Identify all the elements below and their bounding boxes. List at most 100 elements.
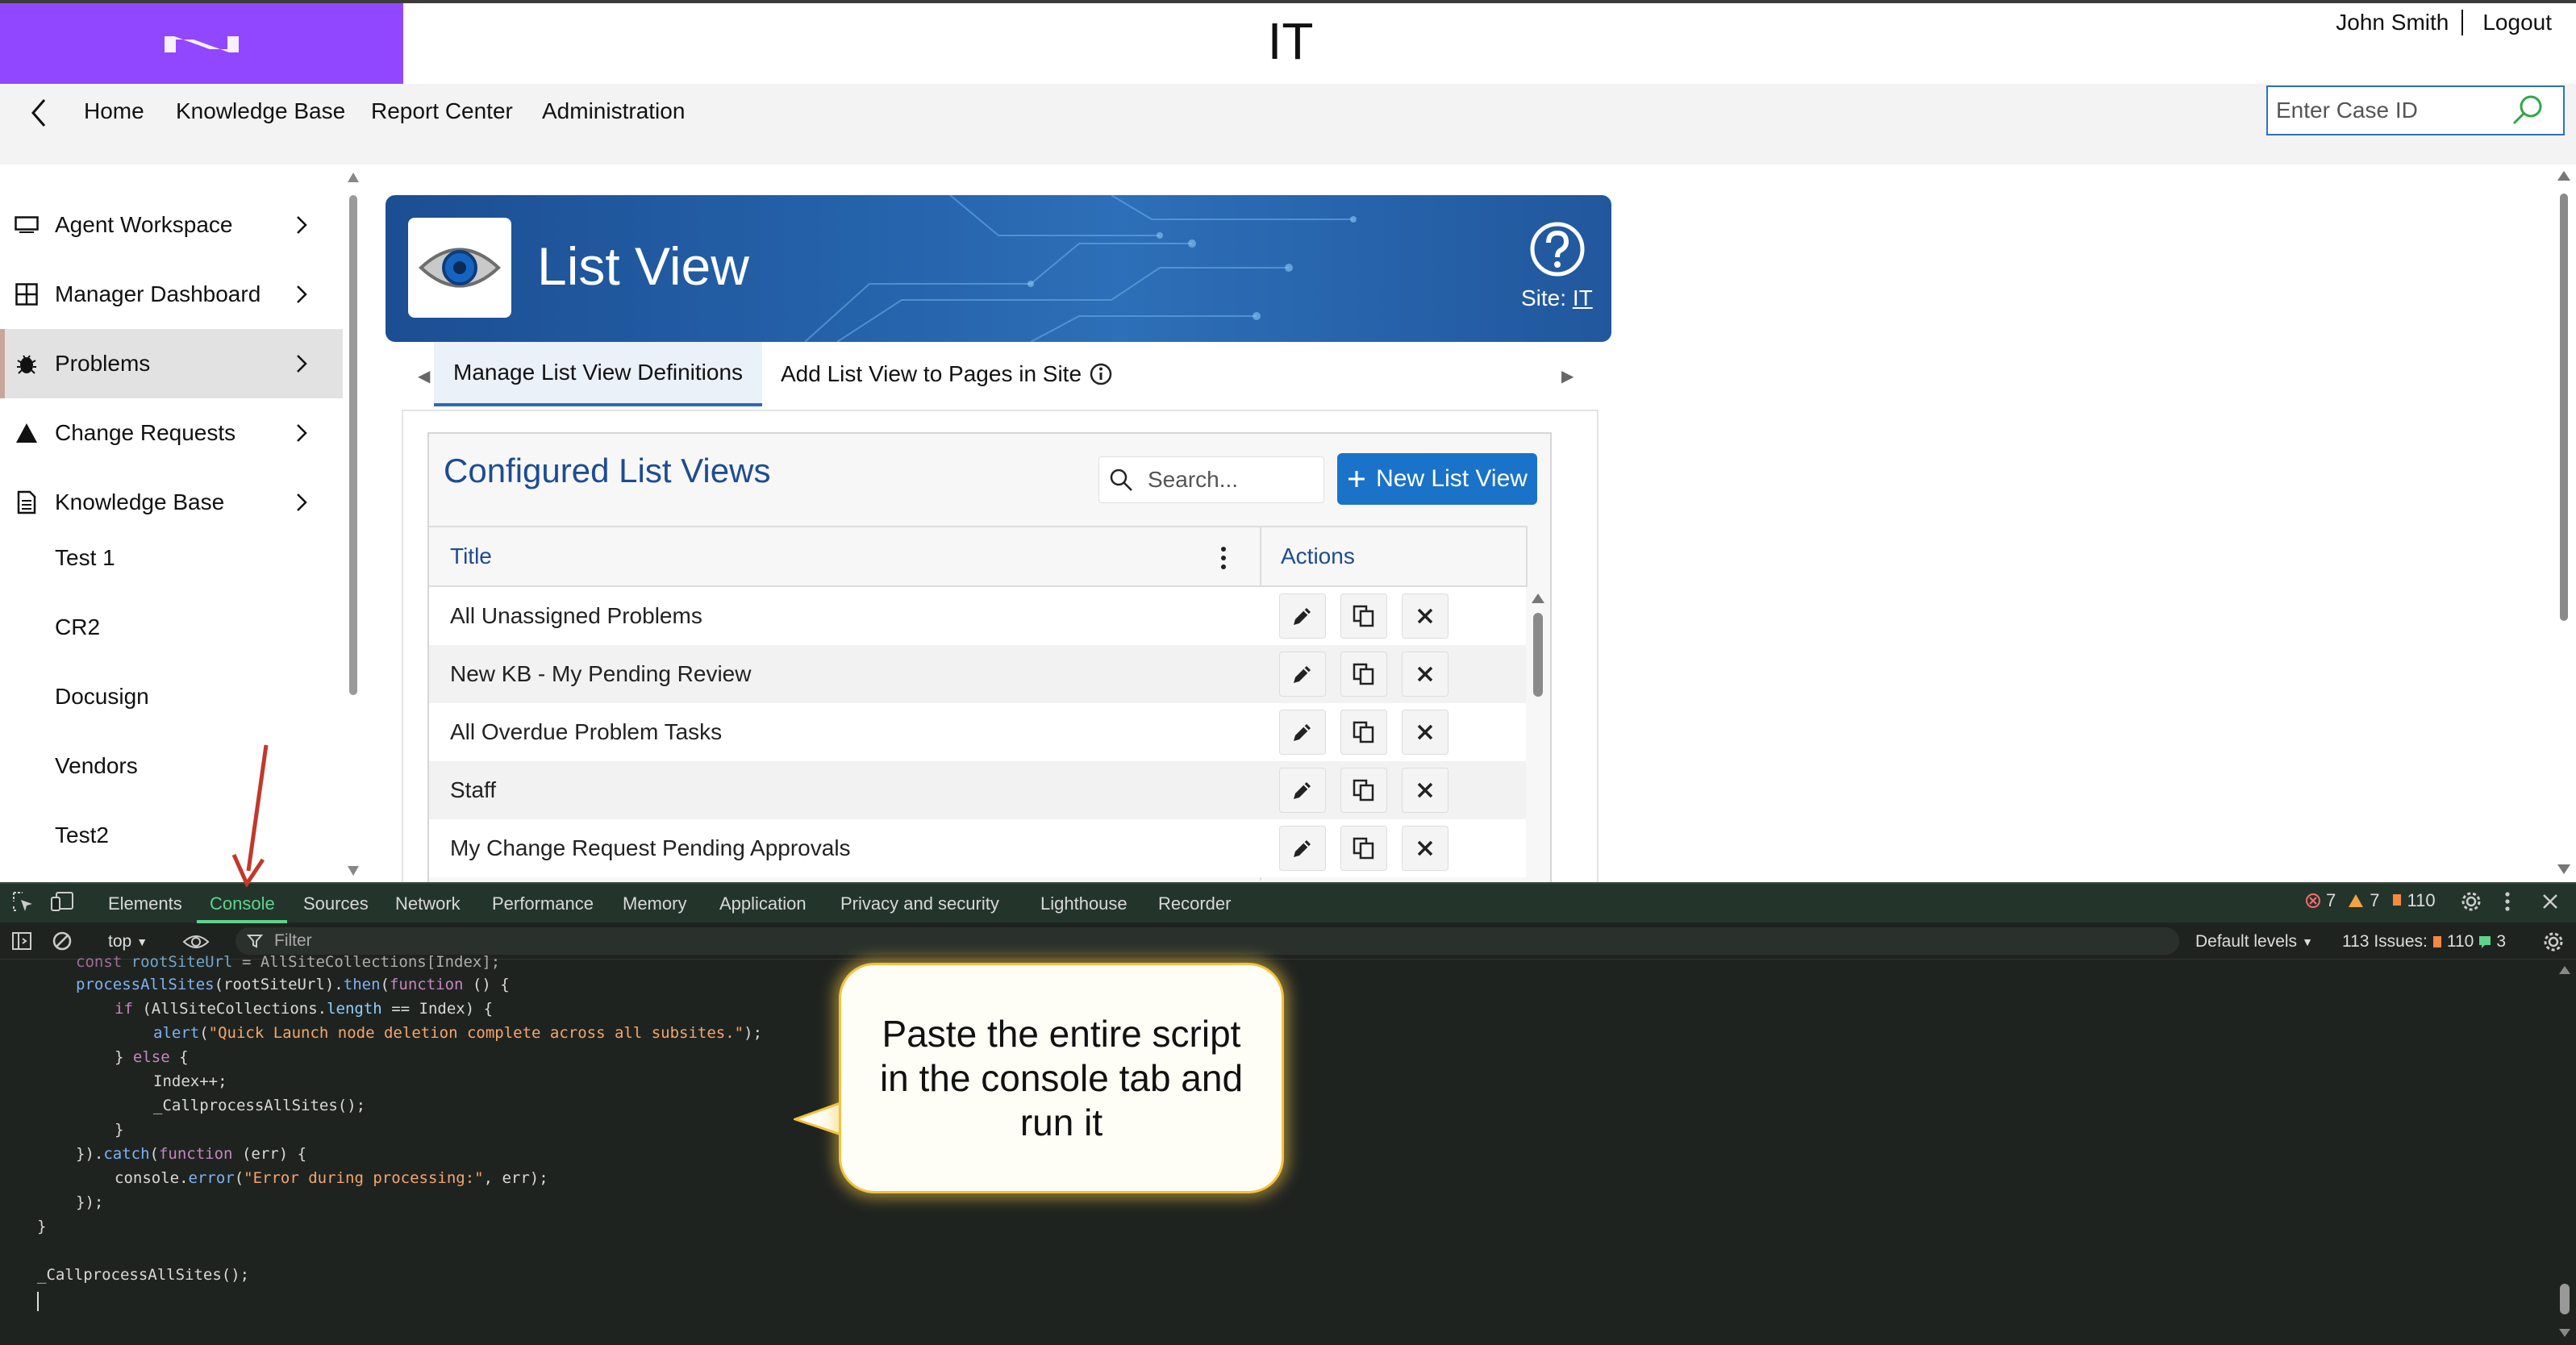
table-row[interactable]: All Overdue Problem Tasks [429,703,1526,761]
console-caret[interactable] [37,1292,39,1311]
console-filter[interactable]: Filter [236,927,2179,955]
tab-label: Add List View to Pages in Site [781,361,1082,386]
context-selector[interactable]: top ▼ [108,932,148,951]
copy-button[interactable] [1340,768,1387,813]
code-line: alert("Quick Launch node deletion comple… [153,1024,763,1042]
tab-bar: ◀ Manage List View Definitions Add List … [403,342,1597,410]
table-scrollbar[interactable] [1529,589,1547,881]
code-line: } [37,1218,47,1235]
sidebar-scrollbar[interactable] [345,169,361,879]
back-button[interactable] [23,95,55,131]
delete-button[interactable] [1402,710,1448,755]
table-row[interactable]: My Change Request Pending Approvals [429,819,1526,877]
tab-scroll-right-icon[interactable]: ▶ [1561,366,1574,386]
sidebar-item-label: Manager Dashboard [55,281,261,306]
sidebar-item-change-requests[interactable]: Change Requests [0,398,343,468]
user-name[interactable]: John Smith [2336,10,2449,35]
sidebar-link-vendors[interactable]: Vendors [55,753,138,779]
new-list-view-button[interactable]: New List View [1337,453,1537,505]
sidebar-link-cr2[interactable]: CR2 [55,614,100,640]
tab-manage-definitions[interactable]: Manage List View Definitions [434,342,763,406]
help-icon[interactable] [1529,221,1586,277]
edit-button[interactable] [1279,768,1326,813]
edit-button[interactable] [1279,593,1326,639]
user-area: John Smith Logout [2336,10,2552,35]
devtools-counters[interactable]: 7 7 110 [2305,890,2436,911]
gear-icon[interactable] [2460,890,2482,913]
clear-console-icon[interactable] [52,931,73,951]
inspect-element-icon[interactable] [11,890,34,913]
console-settings-icon[interactable] [2542,931,2565,953]
sidebar: Agent Workspace Manager Dashboard Proble… [0,164,343,882]
devtools-tab-application[interactable]: Application [719,893,807,914]
column-title[interactable]: Title [450,543,492,569]
list-search-input[interactable] [1135,467,1312,493]
issues-label: 113 Issues: [2342,932,2428,951]
sidebar-toggle-icon[interactable] [11,931,32,951]
info-icon[interactable] [1090,363,1112,385]
close-devtools-icon[interactable] [2541,892,2560,911]
delete-button[interactable] [1402,593,1448,639]
nav-home[interactable]: Home [84,98,144,124]
column-actions: Actions [1281,543,1355,568]
copy-button[interactable] [1340,826,1387,871]
edit-button[interactable] [1279,710,1326,755]
delete-button[interactable] [1402,826,1448,871]
copy-icon [1353,663,1374,685]
devtools-tab-sources[interactable]: Sources [303,893,369,914]
devtools-tab-network[interactable]: Network [395,893,461,914]
delete-button[interactable] [1402,768,1448,813]
table-row[interactable]: Staff [429,761,1526,819]
sidebar-item-knowledge-base[interactable]: Knowledge Base [0,468,343,537]
devtools-tab-recorder[interactable]: Recorder [1158,893,1231,914]
nav-report-center[interactable]: Report Center [371,98,513,124]
eye-icon[interactable] [182,932,210,951]
copy-button[interactable] [1340,710,1387,755]
row-title: All Unassigned Problems [450,603,702,628]
brand-logo[interactable] [0,3,403,84]
devtools-tab-privacy[interactable]: Privacy and security [840,893,999,914]
devtools-tab-memory[interactable]: Memory [623,893,686,914]
column-menu-icon[interactable] [1219,545,1228,571]
delete-button[interactable] [1402,652,1448,697]
table-header: Title Actions [429,526,1526,587]
devtools-tab-performance[interactable]: Performance [492,893,594,914]
sidebar-item-agent-workspace[interactable]: Agent Workspace [0,190,343,260]
page-scrollbar[interactable] [2555,169,2573,879]
search-icon[interactable] [2510,93,2545,128]
sidebar-link-docusign[interactable]: Docusign [55,684,149,710]
message-icon [2479,936,2491,948]
console-scrollbar[interactable] [2557,964,2573,1342]
tab-scroll-left-icon[interactable]: ◀ [418,366,430,386]
nav-knowledge-base[interactable]: Knowledge Base [176,98,345,124]
devtools-tab-lighthouse[interactable]: Lighthouse [1040,893,1128,914]
sidebar-item-manager-dashboard[interactable]: Manager Dashboard [0,260,343,329]
log-levels-dropdown[interactable]: Default levels ▼ [2195,932,2313,951]
devtools-tab-elements[interactable]: Elements [108,893,182,914]
copy-icon [1353,779,1374,802]
nav-administration[interactable]: Administration [542,98,685,124]
logout-link[interactable]: Logout [2482,10,2552,35]
issues-counter[interactable]: 113 Issues: 110 3 [2342,932,2506,951]
tab-add-to-pages[interactable]: Add List View to Pages in Site [761,342,1132,406]
more-options-icon[interactable] [2503,890,2511,913]
copy-button[interactable] [1340,593,1387,639]
case-id-input[interactable] [2268,98,2510,123]
sidebar-link-test-1[interactable]: Test 1 [55,545,115,571]
edit-button[interactable] [1279,826,1326,871]
context-label: top [108,932,132,951]
sidebar-item-problems[interactable]: Problems [0,329,343,398]
devtools-tab-console[interactable]: Console [210,893,275,914]
table-row[interactable]: New KB - My Pending Review [429,645,1526,703]
sidebar-link-test2[interactable]: Test2 [55,822,109,848]
device-toolbar-icon[interactable] [50,890,74,913]
copy-button[interactable] [1340,652,1387,697]
pencil-icon [1294,724,1311,741]
code-line: Index++; [153,1072,227,1090]
code-line: console.error("Error during processing:"… [115,1169,548,1187]
chevron-right-icon [290,285,314,304]
copy-icon [1353,605,1374,627]
edit-button[interactable] [1279,652,1326,697]
table-row[interactable]: All Unassigned Problems [429,587,1526,645]
site-link[interactable]: IT [1573,285,1593,310]
